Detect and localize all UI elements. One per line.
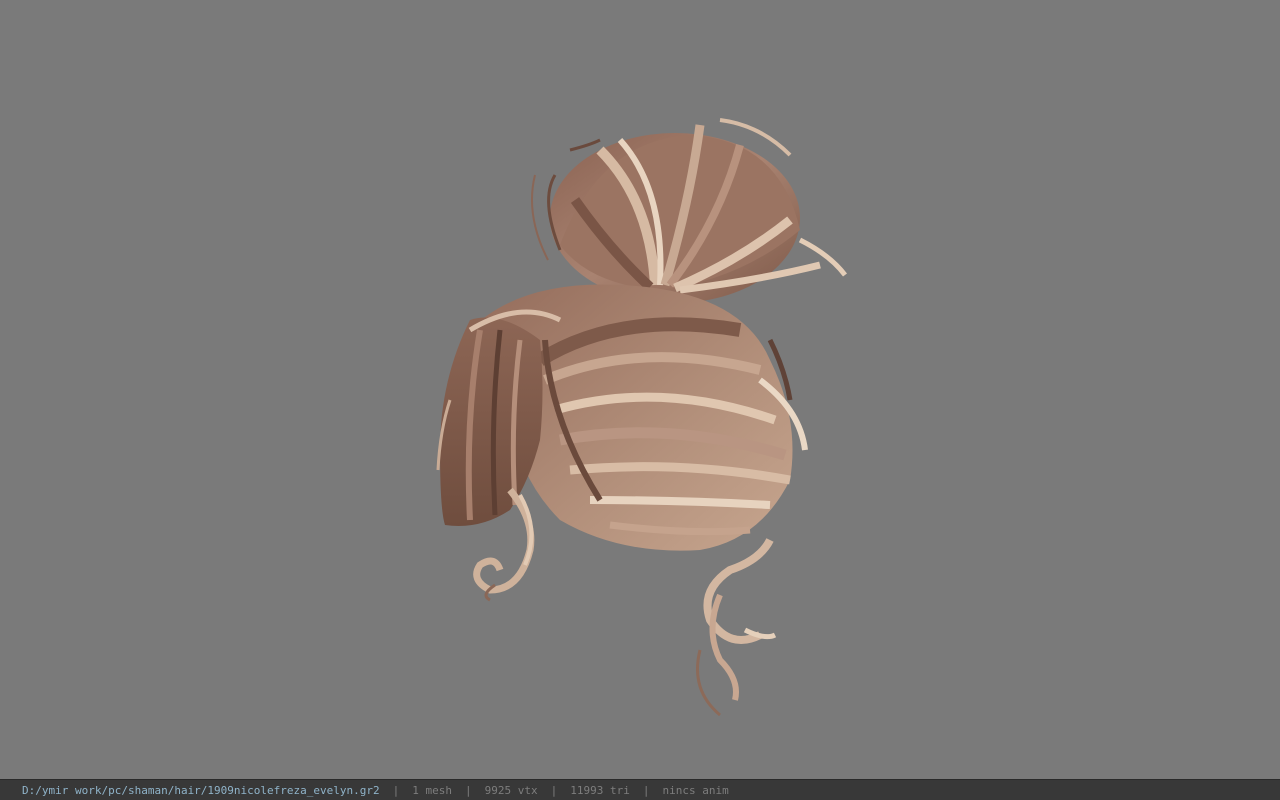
- mesh-count-label: 1 mesh: [412, 783, 452, 797]
- hair-model-render: [436, 118, 847, 717]
- 3d-viewport[interactable]: [0, 0, 1280, 779]
- hair-curl-right: [696, 538, 777, 717]
- animation-status-label: nincs anim: [662, 783, 729, 797]
- vertex-count-label: 9925 vtx: [484, 783, 538, 797]
- file-path-label: D:/ymir work/pc/shaman/hair/1909nicolefr…: [22, 783, 380, 797]
- separator: |: [550, 783, 558, 797]
- hair-bun: [530, 118, 847, 303]
- status-bar: D:/ymir work/pc/shaman/hair/1909nicolefr…: [0, 779, 1280, 800]
- triangle-count-label: 11993 tri: [570, 783, 630, 797]
- separator: |: [642, 783, 650, 797]
- separator: |: [465, 783, 472, 797]
- separator: |: [392, 783, 400, 797]
